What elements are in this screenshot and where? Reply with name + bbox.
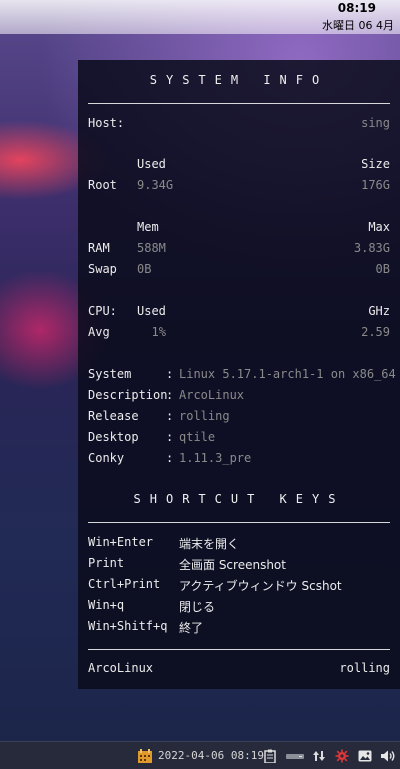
swap-label: Swap [88, 262, 117, 276]
conky-widget: SYSTEM INFO Host: sing Used Size Root 9.… [78, 60, 400, 689]
cpu-avg-label: Avg [88, 325, 110, 339]
conky-version-value: 1.11.3_pre [179, 451, 252, 465]
conky-label: Conky [88, 451, 125, 465]
bottom-panel: 2022-04-06 08:19 [0, 741, 400, 769]
clipboard-icon[interactable] [263, 742, 277, 769]
divider [88, 522, 390, 523]
ram-used: 588M [137, 241, 166, 255]
release-value: rolling [179, 409, 230, 423]
release-label: Release [88, 409, 139, 423]
shortcut-desc: 閉じる [179, 600, 216, 614]
shortcut-desc: 終了 [179, 621, 204, 635]
cpu-avg-ghz: 2.59 [361, 325, 390, 339]
shortcut-desc: 端末を開く [179, 537, 240, 551]
root-label: Root [88, 178, 117, 192]
cpu-avg-used: 1% [151, 325, 166, 339]
description-separator: : [166, 388, 174, 402]
swap-used: 0B [137, 262, 152, 276]
shortcut-key: Ctrl+Print [88, 577, 161, 591]
divider [88, 649, 390, 650]
taskbar-datetime[interactable]: 2022-04-06 08:19 [158, 742, 264, 769]
volume-icon[interactable] [379, 742, 397, 769]
calendar-icon[interactable] [136, 742, 154, 769]
top-panel: 08:19 水曜日 06 4月 [0, 0, 400, 34]
disk-size-header: Size [361, 157, 390, 171]
desktop-separator: : [166, 430, 174, 444]
system-label: System [88, 367, 132, 381]
system-info-header: SYSTEM INFO [149, 73, 329, 87]
divider [88, 103, 390, 104]
root-size: 176G [361, 178, 390, 192]
shortcut-keys-header: SHORTCUT KEYS [133, 492, 345, 506]
footer-release: rolling [339, 661, 390, 675]
cpu-used-header: Used [137, 304, 166, 318]
max-header: Max [368, 220, 390, 234]
swap-max: 0B [375, 262, 390, 276]
bug-settings-icon[interactable] [334, 742, 350, 769]
description-label: Description [88, 388, 168, 402]
desktop-value: qtile [179, 430, 216, 444]
drive-icon[interactable] [284, 742, 306, 769]
system-value: Linux 5.17.1-arch1-1 on x86_64 [179, 367, 396, 381]
ram-max: 3.83G [353, 241, 390, 255]
footer-distro: ArcoLinux [88, 661, 154, 675]
shortcut-desc: アクティブウィンドウ Scshot [179, 579, 342, 593]
disk-used-header: Used [137, 157, 166, 171]
conky-separator: : [166, 451, 174, 465]
image-viewer-icon[interactable] [357, 742, 373, 769]
network-arrows-icon[interactable] [311, 742, 327, 769]
shortcut-key: Win+Enter [88, 535, 154, 549]
system-separator: : [166, 367, 174, 381]
root-used: 9.34G [137, 178, 174, 192]
desktop-label: Desktop [88, 430, 139, 444]
host-value: sing [361, 116, 390, 130]
cpu-label: CPU: [88, 304, 117, 318]
shortcut-desc: 全画面 Screenshot [179, 558, 286, 572]
shortcut-key: Print [88, 556, 125, 570]
mem-header: Mem [137, 220, 159, 234]
cpu-ghz-header: GHz [368, 304, 390, 318]
host-label: Host: [88, 116, 125, 130]
shortcut-key: Win+q [88, 598, 125, 612]
shortcut-key: Win+Shitf+q [88, 619, 168, 633]
release-separator: : [166, 409, 174, 423]
clock-date[interactable]: 水曜日 06 4月 [322, 17, 394, 33]
ram-label: RAM [88, 241, 110, 255]
clock-time[interactable]: 08:19 [338, 1, 376, 15]
description-value: ArcoLinux [179, 388, 245, 402]
